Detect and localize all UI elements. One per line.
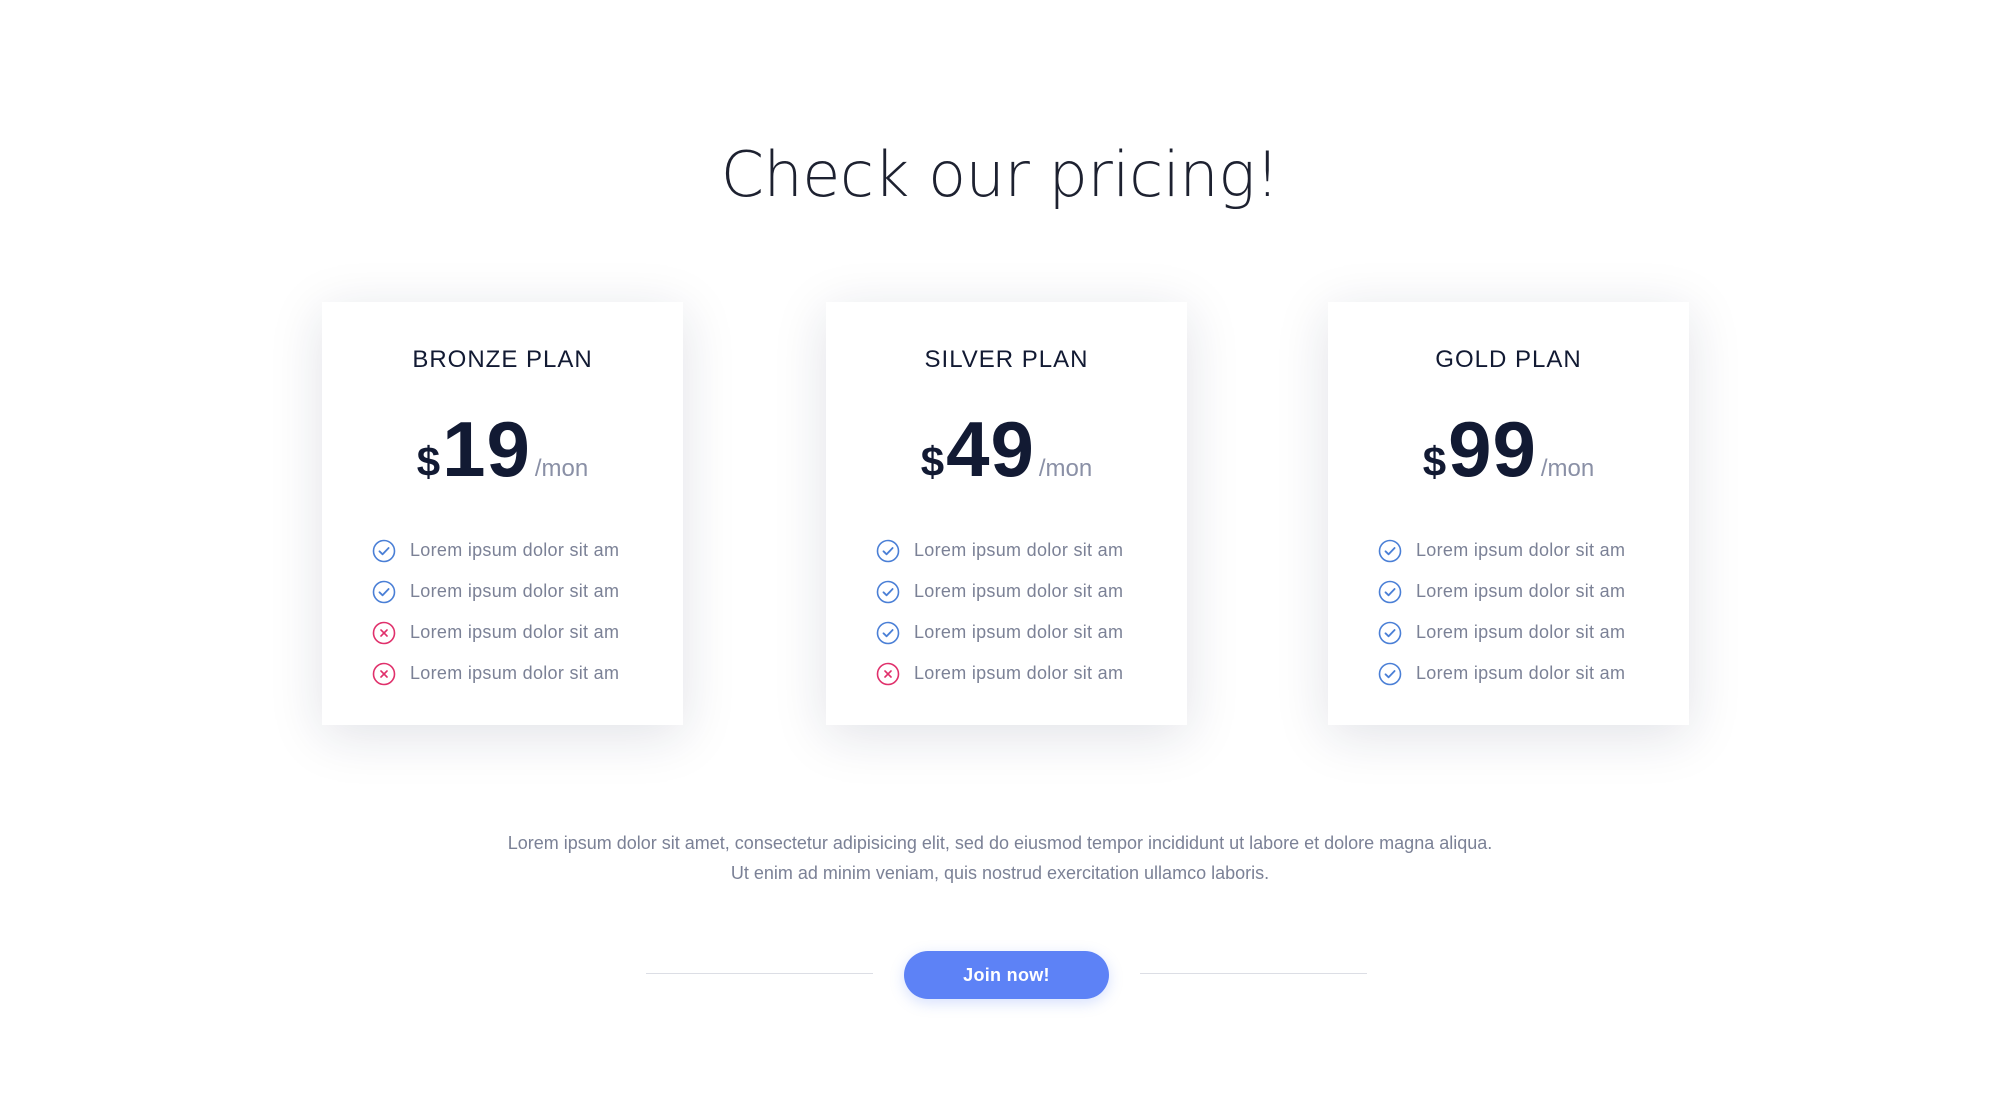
feature-text: Lorem ipsum dolor sit am [1416, 581, 1626, 601]
feature-item: Lorem ipsum dolor sit am [1378, 612, 1625, 653]
price-amount: 49 [946, 405, 1035, 493]
price-amount: 19 [442, 405, 531, 493]
feature-item: Lorem ipsum dolor sit am [372, 530, 619, 571]
check-circle-icon [372, 539, 396, 563]
feature-text: Lorem ipsum dolor sit am [410, 581, 620, 601]
price-period: /mon [1038, 455, 1093, 482]
feature-text: Lorem ipsum dolor sit am [1416, 622, 1626, 642]
plan-name: GOLD PLAN [1435, 346, 1582, 373]
feature-item: Lorem ipsum dolor sit am [1378, 653, 1625, 694]
price-currency: $ [416, 438, 441, 485]
check-circle-icon [372, 580, 396, 604]
feature-text: Lorem ipsum dolor sit am [1416, 540, 1626, 560]
price-amount: 99 [1448, 405, 1537, 493]
price-currency: $ [920, 438, 945, 485]
feature-text: Lorem ipsum dolor sit am [914, 663, 1124, 683]
x-circle-icon [876, 662, 900, 686]
feature-item: Lorem ipsum dolor sit am [1378, 571, 1625, 612]
page-title: Check our pricing! [720, 138, 1280, 211]
feature-text: Lorem ipsum dolor sit am [914, 622, 1124, 642]
feature-item: Lorem ipsum dolor sit am [876, 571, 1123, 612]
feature-text: Lorem ipsum dolor sit am [410, 663, 620, 683]
plan-price: $49/mon [826, 410, 1187, 488]
check-circle-icon [876, 580, 900, 604]
x-circle-icon [372, 662, 396, 686]
check-circle-icon [1378, 621, 1402, 645]
feature-item: Lorem ipsum dolor sit am [876, 530, 1123, 571]
feature-item: Lorem ipsum dolor sit am [372, 653, 619, 694]
plan-price: $99/mon [1328, 410, 1689, 488]
feature-text: Lorem ipsum dolor sit am [410, 540, 620, 560]
feature-item: Lorem ipsum dolor sit am [372, 571, 619, 612]
check-circle-icon [876, 621, 900, 645]
check-circle-icon [1378, 580, 1402, 604]
feature-text: Lorem ipsum dolor sit am [914, 540, 1124, 560]
feature-item: Lorem ipsum dolor sit am [372, 612, 619, 653]
feature-list: Lorem ipsum dolor sit am Lorem ipsum dol… [1378, 530, 1625, 694]
feature-text: Lorem ipsum dolor sit am [410, 622, 620, 642]
pricing-card-bronze: BRONZE PLAN $19/mon Lorem ipsum dolor si… [322, 302, 683, 725]
feature-item: Lorem ipsum dolor sit am [876, 612, 1123, 653]
plan-price: $19/mon [322, 410, 683, 488]
feature-text: Lorem ipsum dolor sit am [1416, 663, 1626, 683]
feature-item: Lorem ipsum dolor sit am [876, 653, 1123, 694]
price-period: /mon [534, 455, 589, 482]
price-currency: $ [1422, 438, 1447, 485]
plan-name: BRONZE PLAN [412, 346, 593, 373]
feature-item: Lorem ipsum dolor sit am [1378, 530, 1625, 571]
pricing-card-silver: SILVER PLAN $49/mon Lorem ipsum dolor si… [826, 302, 1187, 725]
pricing-description: Lorem ipsum dolor sit amet, consectetur … [507, 833, 1493, 883]
plan-name: SILVER PLAN [924, 346, 1089, 373]
divider-left [646, 973, 873, 974]
x-circle-icon [372, 621, 396, 645]
feature-text: Lorem ipsum dolor sit am [914, 581, 1124, 601]
check-circle-icon [1378, 539, 1402, 563]
feature-list: Lorem ipsum dolor sit am Lorem ipsum dol… [372, 530, 619, 694]
check-circle-icon [876, 539, 900, 563]
price-period: /mon [1540, 455, 1595, 482]
join-now-button[interactable]: Join now! [904, 951, 1109, 999]
feature-list: Lorem ipsum dolor sit am Lorem ipsum dol… [876, 530, 1123, 694]
check-circle-icon [1378, 662, 1402, 686]
pricing-card-gold: GOLD PLAN $99/mon Lorem ipsum dolor sit … [1328, 302, 1689, 725]
divider-right [1140, 973, 1367, 974]
